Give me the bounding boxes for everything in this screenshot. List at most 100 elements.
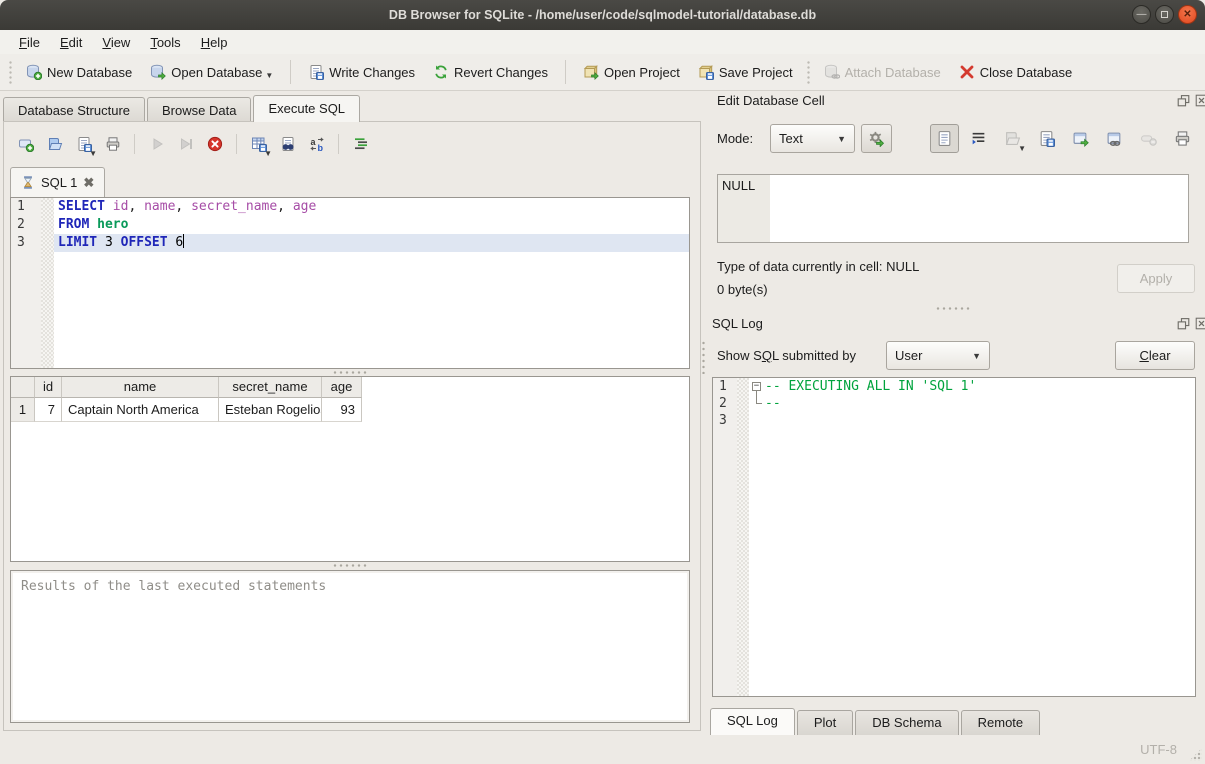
menu-tools[interactable]: Tools: [141, 33, 189, 52]
mode-label: Mode:: [717, 131, 753, 146]
execute-all-button[interactable]: [143, 130, 170, 157]
apply-button[interactable]: Apply: [1117, 264, 1195, 293]
menu-view[interactable]: View: [93, 33, 139, 52]
print-icon: [1174, 130, 1191, 147]
results-table[interactable]: idnamesecret_nameage 17Captain North Amer…: [10, 376, 690, 562]
close-database-button[interactable]: Close Database: [950, 59, 1082, 85]
resize-grip[interactable]: [1189, 748, 1202, 761]
menu-bar: FileEditViewToolsHelp: [0, 30, 1205, 54]
find-icon: [280, 136, 296, 152]
open-in-external-button[interactable]: [1066, 124, 1095, 153]
fold-collapse-icon[interactable]: −: [752, 382, 761, 391]
maximize-button[interactable]: [1155, 5, 1174, 24]
print-cell-button[interactable]: [1168, 124, 1197, 153]
save-sql-file-button[interactable]: ▼: [70, 130, 97, 157]
new-database-icon: [26, 64, 42, 80]
editor-line[interactable]: LIMIT 3 OFFSET 6: [54, 234, 689, 252]
execute-current-line-button[interactable]: [172, 130, 199, 157]
toolbar-handle[interactable]: [8, 60, 13, 84]
sql-log-view[interactable]: 123 − -- EXECUTING ALL IN 'SQL 1'--: [712, 377, 1196, 697]
column-header-name[interactable]: name: [62, 377, 219, 398]
column-header-id[interactable]: id: [35, 377, 62, 398]
maximize-icon: [1161, 11, 1168, 18]
main-toolbar: New DatabaseOpen Database▼ Write ChangesR…: [0, 54, 1205, 91]
close-dock-icon[interactable]: [1195, 94, 1205, 107]
sql-editor[interactable]: 123 SELECT id, name, secret_name, ageFRO…: [10, 197, 690, 369]
print-sql-button[interactable]: [99, 130, 126, 157]
float-dock-icon[interactable]: [1177, 317, 1190, 330]
dock-tab-bar: SQL LogPlotDB SchemaRemote: [710, 708, 1042, 735]
close-dock-icon[interactable]: [1195, 317, 1205, 330]
import-data-button[interactable]: ▼: [998, 124, 1027, 153]
submitted-by-combobox[interactable]: User ▼: [886, 341, 990, 370]
table-cell[interactable]: 93: [322, 398, 362, 422]
clear-button[interactable]: Clear: [1115, 341, 1195, 370]
log-line[interactable]: [765, 412, 1195, 429]
open-database-button[interactable]: Open Database▼: [141, 59, 282, 85]
log-text-area[interactable]: -- EXECUTING ALL IN 'SQL 1'--: [765, 378, 1195, 696]
find-button[interactable]: [274, 130, 301, 157]
table-message-splitter[interactable]: [332, 563, 368, 569]
copy-link-button[interactable]: [1100, 124, 1129, 153]
chevron-down-icon: ▼: [972, 351, 981, 361]
dropdown-caret-icon: ▼: [89, 149, 97, 158]
new-sql-tab-button[interactable]: [12, 130, 39, 157]
auto-mode-button[interactable]: [861, 124, 892, 153]
menu-file[interactable]: File: [10, 33, 49, 52]
tab-browse-data[interactable]: Browse Data: [147, 97, 251, 122]
panel-splitter[interactable]: [701, 340, 707, 374]
edit-cell-dock-buttons: [1177, 94, 1205, 107]
dock-tab-sql-log[interactable]: SQL Log: [710, 708, 795, 735]
menu-help[interactable]: Help: [192, 33, 237, 52]
export-data-button[interactable]: [1032, 124, 1061, 153]
find-replace-button[interactable]: ab: [303, 130, 330, 157]
line-number: 1: [11, 198, 41, 216]
save-results-button[interactable]: ▼: [245, 130, 272, 157]
attach-database-button[interactable]: Attach Database: [815, 59, 950, 85]
execution-message-area[interactable]: Results of the last executed statements: [10, 570, 690, 723]
line-number: 3: [11, 234, 41, 252]
dock-splitter[interactable]: [935, 306, 971, 312]
word-wrap-button[interactable]: [964, 124, 993, 153]
tab-execute-sql[interactable]: Execute SQL: [253, 95, 360, 122]
editor-code-area[interactable]: SELECT id, name, secret_name, ageFROM he…: [54, 198, 689, 368]
tab-database-structure[interactable]: Database Structure: [3, 97, 145, 122]
column-header-age[interactable]: age: [322, 377, 362, 398]
set-null-button[interactable]: [1134, 124, 1163, 153]
table-cell[interactable]: 7: [35, 398, 62, 422]
format-sql-button[interactable]: [347, 130, 374, 157]
new-database-button[interactable]: New Database: [17, 59, 141, 85]
write-changes-button[interactable]: Write Changes: [299, 59, 424, 85]
column-header-secret_name[interactable]: secret_name: [219, 377, 322, 398]
minimize-button[interactable]: —: [1132, 5, 1151, 24]
dock-tab-plot[interactable]: Plot: [797, 710, 853, 735]
cell-value-editor[interactable]: NULL: [717, 174, 1189, 243]
editor-line[interactable]: SELECT id, name, secret_name, age: [58, 198, 689, 216]
table-cell[interactable]: Esteban Rogelios: [219, 398, 322, 422]
float-dock-icon[interactable]: [1177, 94, 1190, 107]
save-project-button[interactable]: Save Project: [689, 59, 802, 85]
toolbar-handle[interactable]: [806, 60, 811, 84]
dock-tab-db-schema[interactable]: DB Schema: [855, 710, 958, 735]
tab-sql-1[interactable]: SQL 1 ✖: [10, 167, 105, 197]
log-fold-margin[interactable]: −: [749, 378, 765, 696]
svg-text:a: a: [310, 137, 316, 147]
revert-changes-button[interactable]: Revert Changes: [424, 59, 557, 85]
row-header[interactable]: 1: [11, 398, 35, 422]
menu-edit[interactable]: Edit: [51, 33, 91, 52]
text-mode-button[interactable]: [930, 124, 959, 153]
log-line[interactable]: -- EXECUTING ALL IN 'SQL 1': [765, 378, 1195, 395]
close-button[interactable]: ✕: [1178, 5, 1197, 24]
dock-tab-remote[interactable]: Remote: [961, 710, 1041, 735]
close-tab-icon[interactable]: ✖: [83, 175, 94, 191]
line-number: 2: [11, 216, 41, 234]
mode-combobox[interactable]: Text ▼: [770, 124, 855, 153]
toolbar-separator: [290, 60, 291, 84]
stop-icon: [207, 136, 223, 152]
open-sql-file-button[interactable]: [41, 130, 68, 157]
open-project-button[interactable]: Open Project: [574, 59, 689, 85]
table-cell[interactable]: Captain North America: [62, 398, 219, 422]
log-line[interactable]: --: [765, 395, 1195, 412]
stop-execution-button[interactable]: [201, 130, 228, 157]
editor-line[interactable]: FROM hero: [58, 216, 689, 234]
